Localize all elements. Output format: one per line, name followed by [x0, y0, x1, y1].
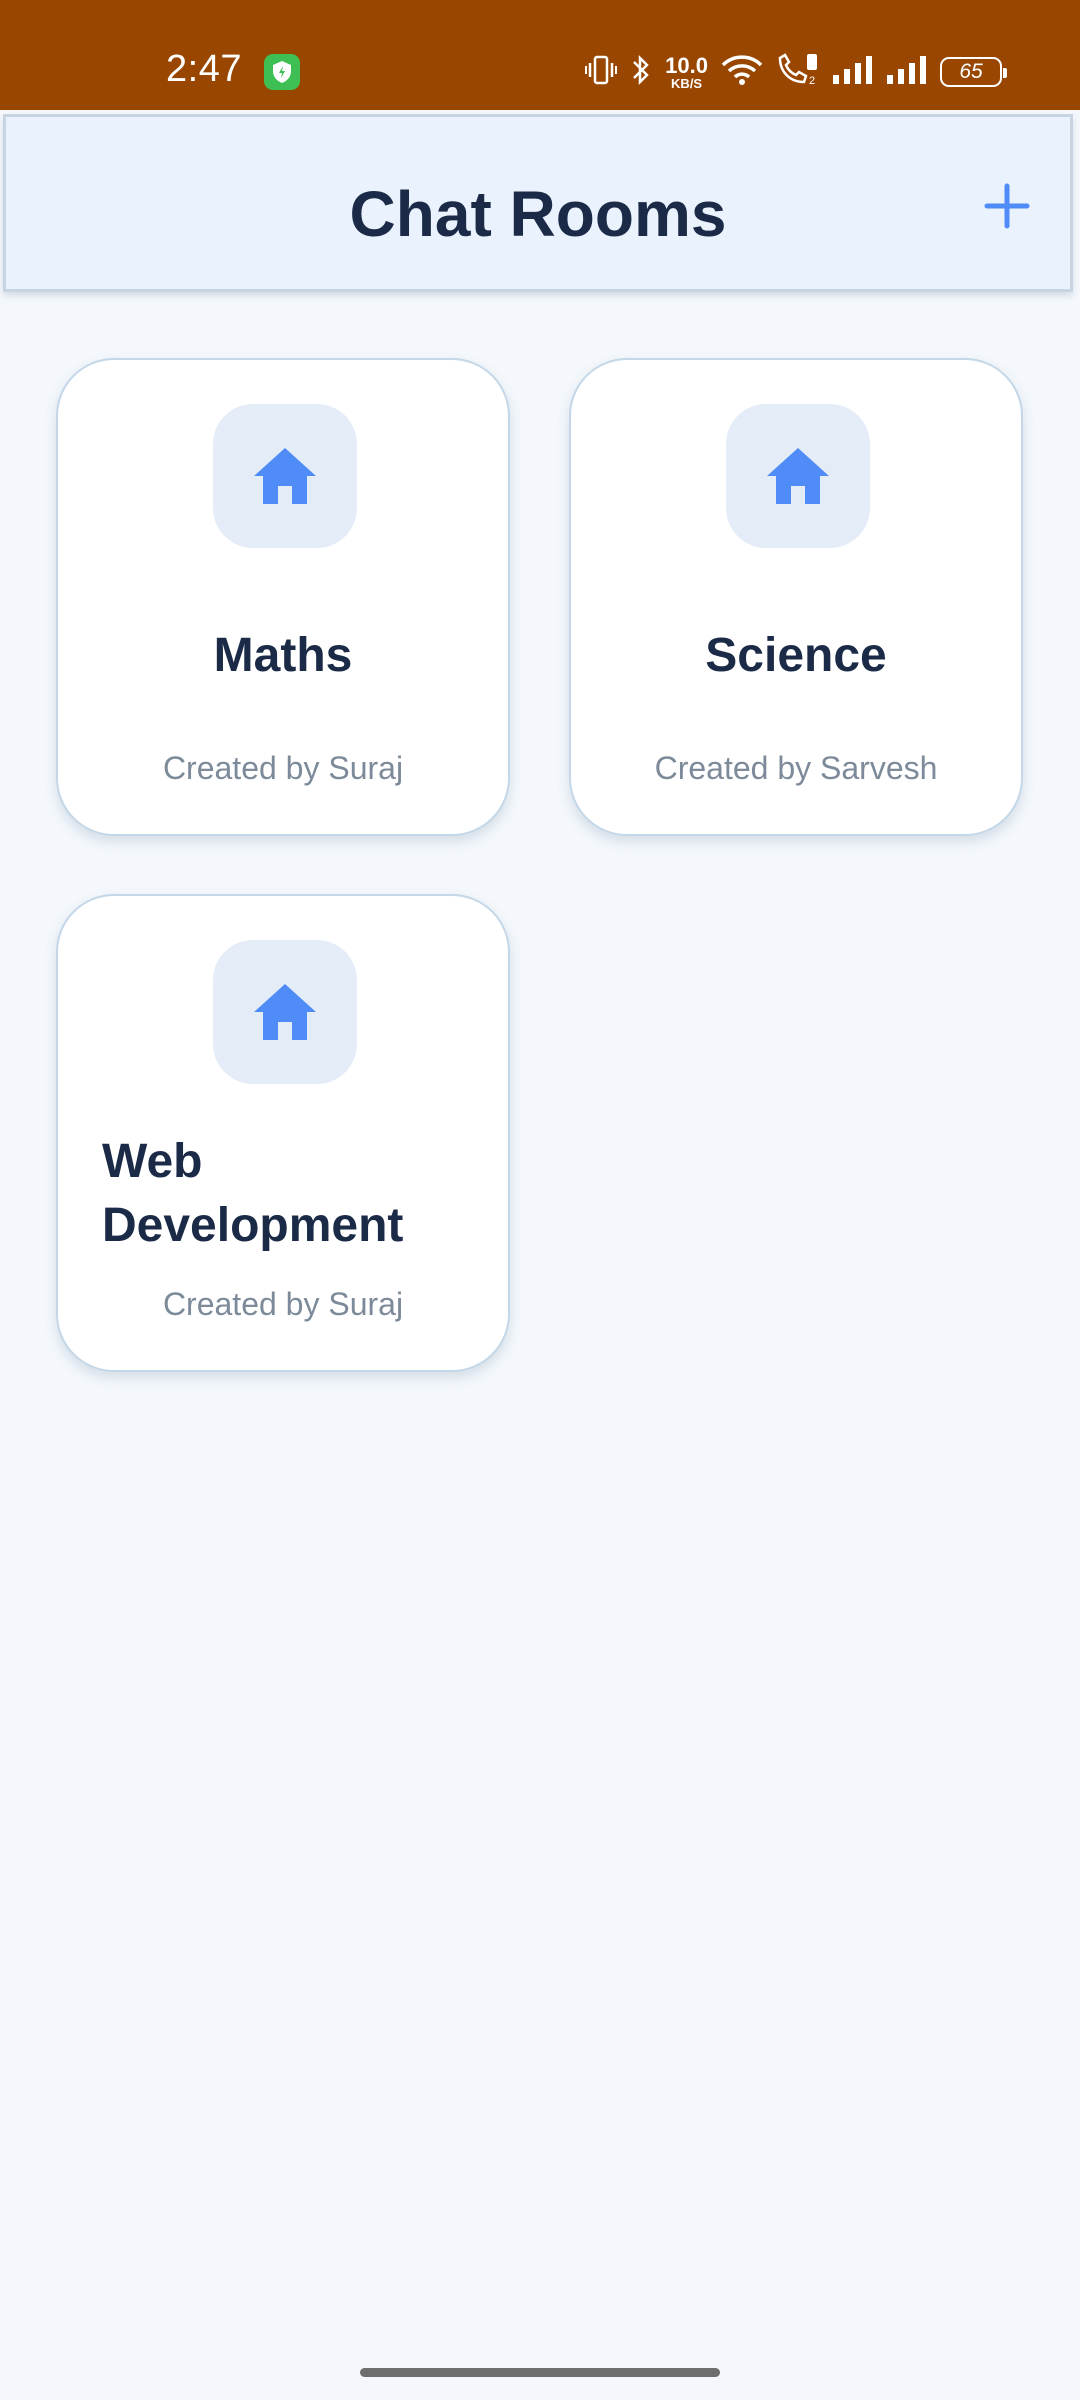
home-icon	[767, 448, 829, 504]
room-icon-container	[213, 404, 357, 548]
signal-icon	[832, 55, 874, 90]
home-icon	[254, 984, 316, 1040]
room-card-science[interactable]: Science Created by Sarvesh	[569, 358, 1023, 836]
net-speed: 10.0 KB/S	[665, 52, 708, 91]
volte-call-icon: 2	[776, 52, 820, 93]
room-icon-container	[213, 940, 357, 1084]
status-time: 2:47	[166, 48, 242, 90]
battery-icon: 65	[940, 57, 1007, 87]
room-name: Science	[705, 629, 887, 682]
room-creator: Created by Sarvesh	[654, 750, 938, 786]
signal-icon	[886, 55, 928, 90]
room-icon-container	[726, 404, 870, 548]
plus-icon	[984, 183, 1030, 229]
home-icon	[254, 448, 316, 504]
home-indicator[interactable]	[360, 2368, 720, 2377]
vibrate-icon	[585, 53, 618, 92]
status-bar: 2:47 10.0 KB/S 2 65	[0, 0, 1080, 110]
wifi-icon	[720, 53, 764, 92]
room-creator: Created by Suraj	[162, 750, 404, 786]
net-speed-value: 10.0	[665, 52, 708, 78]
bluetooth-icon	[629, 53, 653, 92]
room-name: Web Development	[102, 1135, 404, 1252]
battery-level: 65	[959, 60, 983, 83]
app-header: Chat Rooms	[3, 114, 1073, 292]
svg-text:2: 2	[809, 75, 815, 87]
room-card-web-development[interactable]: Web Development Created by Suraj	[56, 894, 510, 1372]
add-room-button[interactable]	[978, 177, 1036, 235]
room-creator: Created by Suraj	[162, 1286, 404, 1322]
page-title: Chat Rooms	[349, 178, 727, 250]
net-speed-unit: KB/S	[671, 75, 703, 91]
shield-app-icon	[264, 54, 300, 90]
room-card-maths[interactable]: Maths Created by Suraj	[56, 358, 510, 836]
status-icons: 10.0 KB/S 2 65	[585, 50, 1007, 94]
room-name: Maths	[213, 629, 353, 682]
